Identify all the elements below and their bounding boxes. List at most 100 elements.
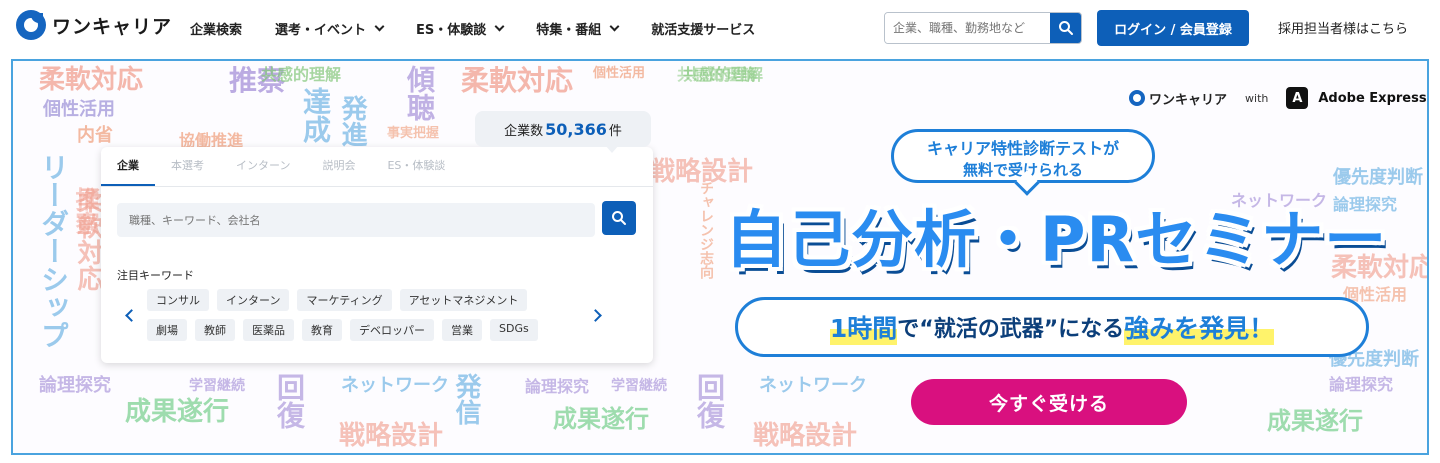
keyword-chip[interactable]: マーケティング: [297, 289, 392, 311]
tagline: 1時間 で“就活の武器”になる 強みを発見！: [735, 297, 1369, 357]
count-value: 50,366: [545, 119, 607, 139]
tab-companies[interactable]: 企業: [101, 147, 155, 186]
free-text: 無料: [962, 161, 993, 179]
bg-word: 成果遂行: [125, 397, 230, 427]
bg-word: 共感的理解: [261, 65, 342, 84]
keyword-chip[interactable]: 教育: [302, 319, 342, 341]
bg-word: 発進: [337, 95, 367, 147]
search-icon: [1058, 21, 1073, 35]
bg-word: 内省: [77, 125, 113, 146]
tab-es-experiences[interactable]: ES・体験談: [371, 147, 461, 186]
tagline-duration: 1時間: [829, 309, 898, 345]
keyword-chip[interactable]: アセットマネジメント: [399, 289, 528, 311]
brand-row: ワンキャリア with A Adobe Express: [1129, 87, 1427, 109]
site-logo[interactable]: ワンキャリア: [16, 10, 172, 40]
tab-main-selection[interactable]: 本選考: [155, 147, 220, 186]
bg-word: 達成: [299, 87, 332, 143]
take-now-button[interactable]: 今すぐ受ける: [911, 379, 1187, 425]
keyword-chip[interactable]: SDGs: [490, 319, 538, 341]
chevron-left-icon[interactable]: [125, 309, 138, 322]
featured-keywords-title: 注目キーワード: [117, 269, 194, 282]
keyword-search-input[interactable]: [117, 203, 595, 237]
keyword-chips: コンサル インターン マーケティング アセットマネジメント 劇場 教師 医薬品 …: [147, 289, 597, 349]
bg-word: 論理探究: [1329, 375, 1394, 394]
partner-name: Adobe Express: [1318, 90, 1427, 106]
bg-word: 学習継続: [189, 378, 245, 394]
logo-text: ワンキャリア: [52, 15, 173, 38]
bg-word: 個性活用: [43, 99, 115, 120]
chevron-down-icon: [609, 21, 620, 31]
keyword-chip[interactable]: 営業: [442, 319, 482, 341]
bg-word: 戦略設計: [339, 421, 444, 451]
site-header: ワンキャリア 企業検索 選考・イベント ES・体験談 特集・番組 就活支援サービ…: [0, 0, 1440, 56]
bg-word: 回復: [693, 373, 726, 429]
chevron-down-icon: [494, 21, 505, 31]
nav-features-programs[interactable]: 特集・番組: [536, 19, 620, 38]
chevron-down-icon: [374, 21, 385, 31]
bg-word: 戦略設計: [753, 421, 858, 451]
nav-company-search[interactable]: 企業検索: [190, 19, 242, 38]
adobe-icon: A: [1286, 87, 1309, 109]
keyword-chip[interactable]: 教師: [195, 319, 235, 341]
tagline-discover: 強みを発見！: [1124, 309, 1275, 345]
bg-word: ネットワーク: [759, 375, 867, 396]
search-tabs: 企業 本選考 インターン 説明会 ES・体験談: [101, 147, 653, 187]
brand-text: ワンキャリア: [1149, 92, 1228, 108]
nav-label: 企業検索: [190, 22, 243, 38]
bg-word: 論理探究: [39, 375, 111, 396]
keyword-row: コンサル インターン マーケティング アセットマネジメント: [147, 289, 597, 311]
bg-word: 傾聴: [403, 65, 436, 121]
keyword-chip[interactable]: コンサル: [147, 289, 209, 311]
search-panel: 企業 本選考 インターン 説明会 ES・体験談 注目キーワード コンサル インタ…: [101, 147, 653, 363]
bg-word: 柔軟対応: [39, 65, 144, 95]
bg-word: チャレンジ志向: [698, 181, 714, 279]
seminar-title: 自己分析・PRセミナー: [725, 203, 1388, 276]
nav-label: 就活支援サービス: [651, 22, 756, 38]
nav-job-support[interactable]: 就活支援サービス: [651, 19, 755, 38]
keyword-chip[interactable]: デベロッパー: [350, 319, 434, 341]
bg-word: 柔軟対応: [461, 64, 574, 97]
bg-word: 論理探究: [525, 377, 590, 396]
bg-word: 推察: [71, 187, 99, 235]
nav-label: 選考・イベント: [275, 22, 367, 38]
count-pill-tail: [605, 145, 619, 153]
bg-word: 個性活用: [593, 66, 646, 81]
tagline-middle: で“就活の武器”になる: [897, 317, 1125, 342]
bg-word: 発信: [451, 373, 481, 425]
search-icon: [612, 211, 626, 225]
logo-icon: [1129, 90, 1145, 106]
bg-word: 事実把握: [387, 126, 440, 141]
brand-onecareer: ワンキャリア: [1129, 89, 1227, 108]
nav-label: 特集・番組: [536, 22, 602, 38]
nav-es-experiences[interactable]: ES・体験談: [416, 19, 505, 38]
header-search-button[interactable]: [1050, 13, 1081, 43]
main-nav: 企業検索 選考・イベント ES・体験談 特集・番組 就活支援サービス: [190, 0, 788, 56]
keyword-chip[interactable]: インターン: [217, 289, 290, 311]
nav-label: ES・体験談: [416, 22, 487, 38]
count-prefix: 企業数: [504, 123, 544, 139]
keyword-search-button[interactable]: [602, 201, 636, 235]
bubble-line-1: キャリア特性診断テストが: [926, 139, 1119, 158]
count-suffix: 件: [608, 123, 622, 139]
employer-link[interactable]: 採用担当者様はこちら: [1278, 18, 1408, 37]
bg-word: 学習継続: [611, 378, 667, 394]
bg-word: ネットワーク: [341, 375, 449, 396]
logo-icon: [16, 10, 46, 40]
keyword-chip[interactable]: 劇場: [147, 319, 187, 341]
nav-selection-events[interactable]: 選考・イベント: [275, 19, 385, 38]
bg-word: 回復: [273, 373, 306, 429]
tab-internships[interactable]: インターン: [220, 147, 306, 186]
bg-word: リーダーシップ: [37, 153, 70, 349]
seminar-banner[interactable]: 柔軟対応 個性活用 推察 共感的理解 傾聴 柔軟対応 個性活用 共感的理解 達成…: [11, 59, 1429, 455]
header-search-input[interactable]: [885, 13, 1050, 43]
free-test-bubble: キャリア特性診断テストが 無料で受けられる: [891, 129, 1155, 196]
company-count: 企業数 50,366 件: [475, 111, 651, 147]
keyword-chip[interactable]: 医薬品: [243, 319, 294, 341]
bubble-line-2-rest: で受けられる: [993, 161, 1084, 179]
tab-info-sessions[interactable]: 説明会: [306, 147, 371, 186]
with-text: with: [1245, 91, 1269, 105]
header-search: [884, 12, 1082, 44]
bg-word: 成果遂行: [1267, 407, 1363, 435]
bg-word: 共感的理解: [677, 65, 758, 84]
login-register-button[interactable]: ログイン / 会員登録: [1097, 10, 1249, 46]
